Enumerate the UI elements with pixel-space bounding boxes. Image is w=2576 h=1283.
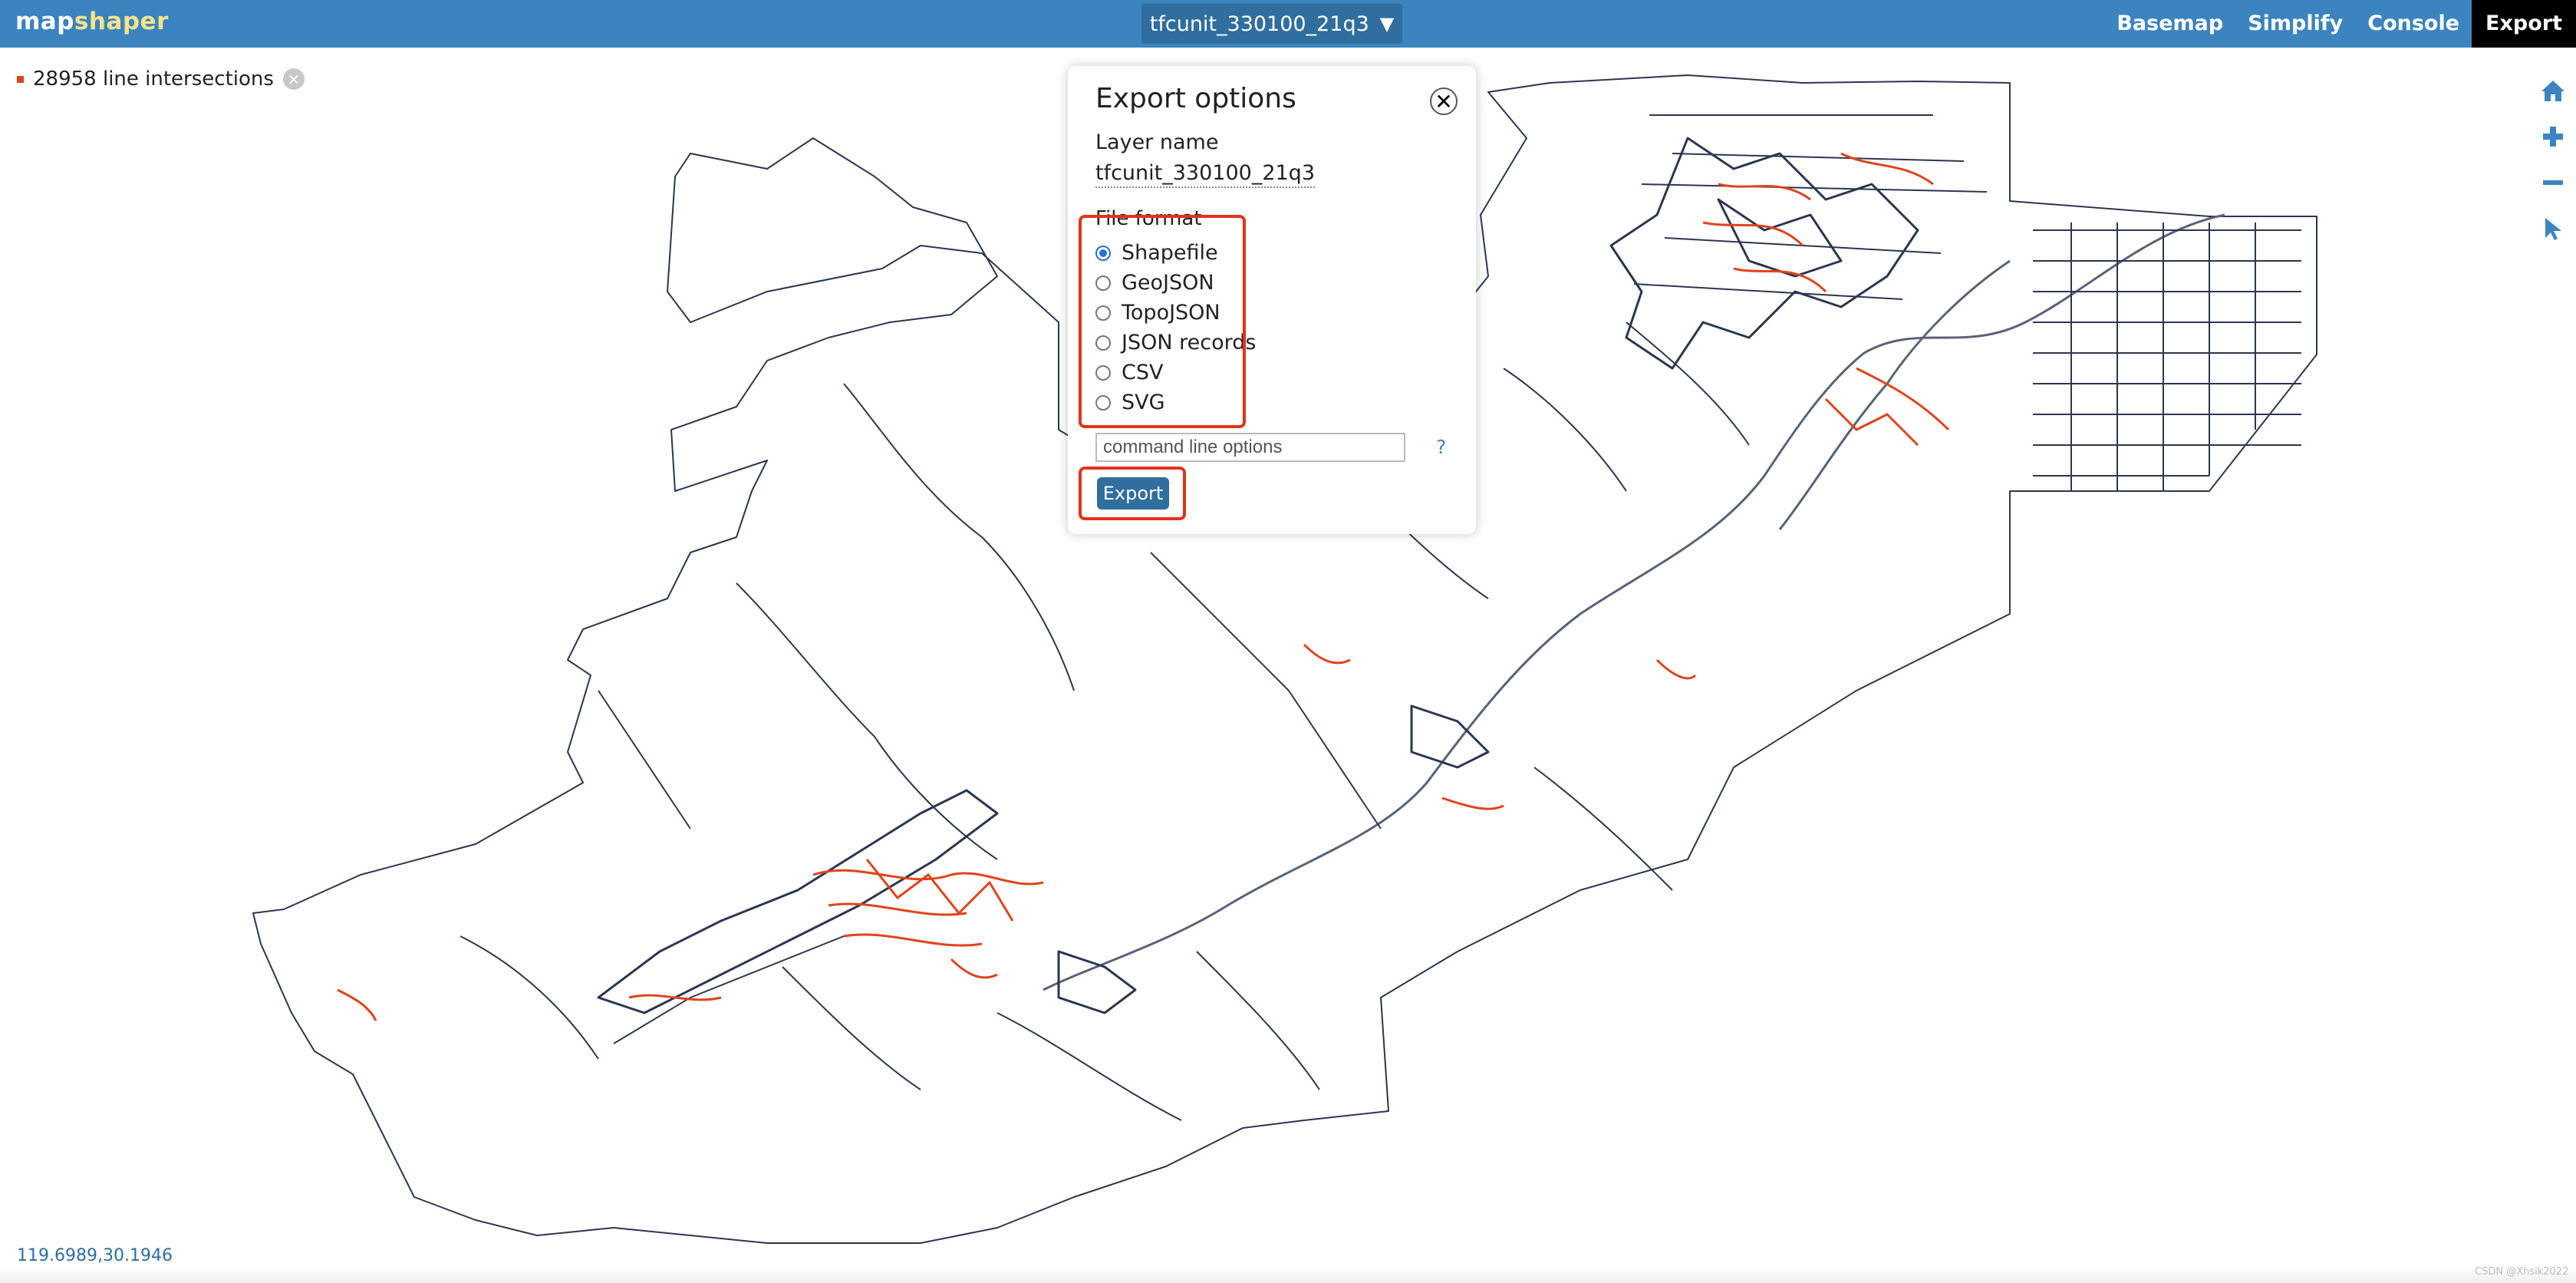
help-icon[interactable]: ? — [1436, 436, 1446, 458]
layer-selector-label: tfcunit_330100_21q3 — [1149, 12, 1369, 36]
menu-simplify[interactable]: Simplify — [2235, 0, 2355, 48]
watermark: CSDN @Xhsik2022 — [2475, 1266, 2569, 1278]
export-options-dialog: Export options ✕ Layer name tfcunit_3301… — [1068, 66, 1476, 534]
intersection-cluster-ne — [1702, 152, 1950, 447]
map-tools — [2539, 77, 2570, 261]
zoom-in-icon[interactable] — [2539, 123, 2567, 150]
bottom-shade — [0, 1268, 2576, 1283]
home-icon[interactable] — [2539, 77, 2567, 104]
top-bar: mapshaper tfcunit_330100_21q3 ▼ Basemap … — [0, 0, 2576, 48]
logo-text-shaper: shaper — [74, 8, 169, 35]
zoom-out-icon[interactable] — [2539, 169, 2567, 196]
intersections-indicator: 28958 line intersections × — [17, 68, 305, 91]
menu-console[interactable]: Console — [2355, 0, 2472, 48]
dialog-title: Export options — [1095, 83, 1296, 114]
caret-down-icon: ▼ — [1379, 13, 1395, 35]
pointer-icon[interactable] — [2539, 215, 2567, 242]
command-line-options-input[interactable] — [1095, 433, 1405, 462]
menu-basemap[interactable]: Basemap — [2104, 0, 2235, 48]
layer-selector-button[interactable]: tfcunit_330100_21q3 ▼ — [1141, 4, 1402, 44]
intersections-count: 28958 line intersections — [33, 68, 274, 91]
menu-export[interactable]: Export — [2472, 0, 2576, 48]
export-button[interactable]: Export — [1097, 477, 1169, 510]
layer-name-field[interactable]: tfcunit_330100_21q3 — [1095, 161, 1315, 188]
logo-text-map: map — [15, 8, 74, 35]
intersection-marker-icon — [17, 75, 24, 83]
layer-name-label: Layer name — [1095, 130, 1219, 154]
app-logo: mapshaper — [15, 8, 169, 35]
clear-intersections-icon[interactable]: × — [282, 68, 305, 90]
formats-highlight-box — [1079, 215, 1246, 428]
main-menu: Basemap Simplify Console Export — [2104, 0, 2576, 48]
close-icon[interactable]: ✕ — [1430, 87, 1458, 115]
cursor-coordinates: 119.6989,30.1946 — [17, 1246, 173, 1265]
intersection-cluster-sw — [812, 859, 1044, 979]
